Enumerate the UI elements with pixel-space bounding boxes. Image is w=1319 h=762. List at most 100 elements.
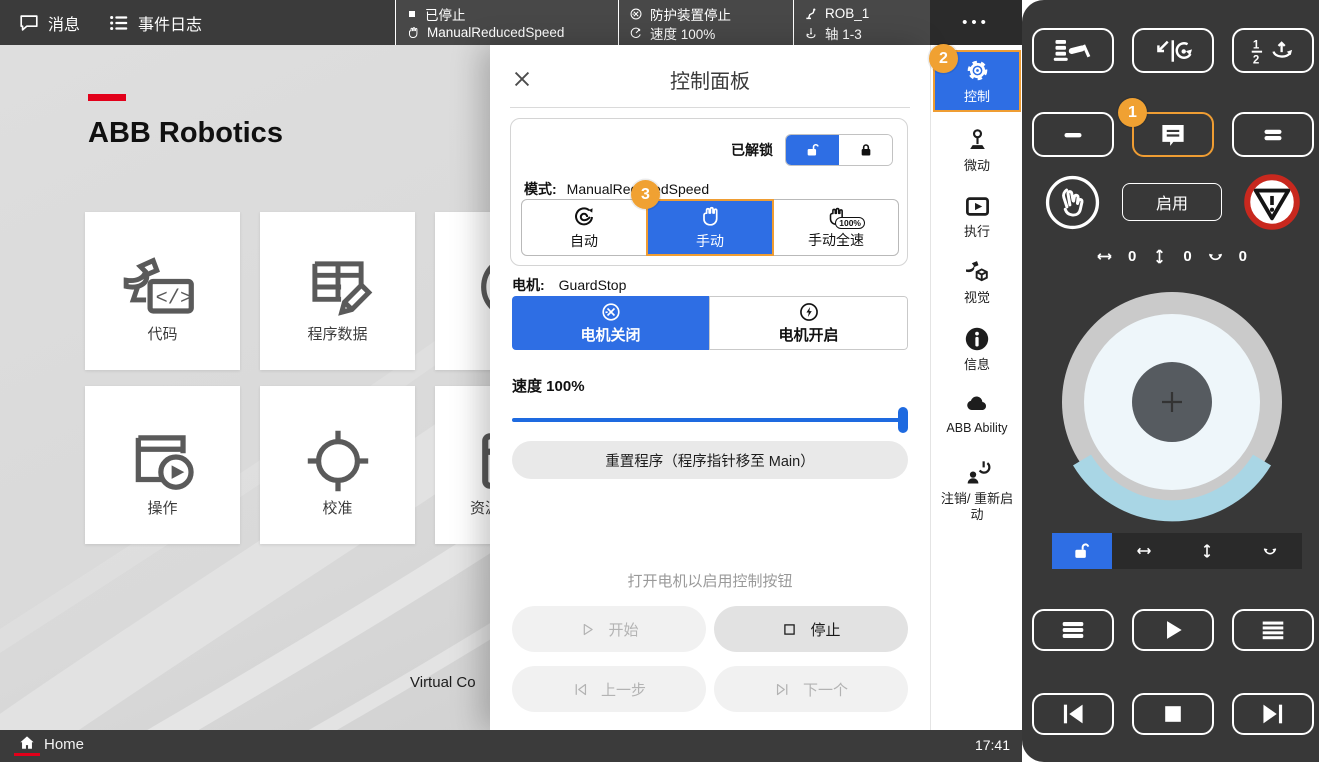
sidebar-item-info[interactable]: 信息 — [931, 325, 1023, 373]
step-forward-hw-button[interactable] — [1232, 693, 1314, 735]
sidebar-label: ABB Ability — [946, 421, 1007, 437]
hand-icon — [406, 26, 420, 40]
status-speed: 速度 100% — [650, 23, 715, 43]
step-back-hw-button[interactable] — [1032, 693, 1114, 735]
stop-hw-button[interactable] — [1132, 693, 1214, 735]
joystick-pad[interactable] — [1052, 282, 1292, 522]
quad-bars-button[interactable] — [1232, 609, 1314, 651]
status-stopped: 已停止 — [425, 4, 466, 24]
home-button[interactable] — [14, 734, 40, 756]
double-bar-icon — [1256, 123, 1290, 147]
arrow-vertical-icon — [1149, 246, 1170, 267]
mode-auto-button[interactable]: 自动 — [521, 199, 647, 256]
sidebar-item-abb-ability[interactable]: ABB Ability — [931, 391, 1023, 437]
unlock-option[interactable] — [786, 135, 839, 165]
motors-on-button[interactable]: 电机开启 — [709, 296, 908, 350]
guard-stop-icon — [600, 301, 622, 323]
sidebar-label: 视觉 — [964, 290, 990, 306]
mode-manual-button[interactable]: 手动 — [646, 199, 774, 256]
arrow-horizontal-icon — [1094, 246, 1115, 267]
sidebar-item-execute[interactable]: 执行 — [931, 193, 1023, 240]
taskbar: Home 17:41 — [0, 730, 1022, 762]
arrow-vertical-icon[interactable] — [1197, 541, 1217, 561]
sidebar-item-logout-restart[interactable]: 注销/ 重新启动 — [931, 459, 1023, 524]
tile-program-data[interactable]: 程序数据 — [260, 212, 415, 370]
play-button[interactable] — [1132, 609, 1214, 651]
play-outline-icon — [579, 621, 596, 638]
play-screen-icon — [964, 193, 991, 220]
mode-buttons: 自动 手动 100% 手动全速 — [521, 199, 899, 256]
app-sidebar: 控制 微动 执行 视觉 信息 ABB Ability 注销/ 重新启动 — [930, 45, 1022, 730]
sidebar-item-jog[interactable]: 微动 — [931, 127, 1023, 174]
robot-cube-icon — [963, 257, 992, 286]
status-box-safety[interactable]: 防护装置停止 速度 100% — [618, 0, 793, 45]
start-label: 开始 — [608, 619, 638, 640]
tile-operate[interactable]: 操作 — [85, 386, 240, 544]
status-box-operation[interactable]: 已停止 ManualReducedSpeed — [395, 0, 618, 45]
auto-cycle-icon — [572, 205, 596, 229]
speed-slider[interactable] — [512, 407, 908, 433]
code-robot-icon — [85, 250, 240, 324]
mode-row: 模式:ManualReducedSpeed — [524, 179, 709, 199]
crosshair-icon — [260, 424, 415, 498]
emergency-stop-icon[interactable] — [1243, 173, 1301, 231]
stop-button[interactable]: 停止 — [714, 606, 908, 652]
axis-value-row: 0 0 0 — [1022, 246, 1319, 267]
lock-option[interactable] — [839, 135, 892, 165]
step-forward-button[interactable]: 下一个 — [714, 666, 908, 712]
arrow-rotate-icon[interactable] — [1260, 541, 1280, 561]
skip-back-icon — [1059, 700, 1087, 728]
motors-off-label: 电机关闭 — [580, 324, 640, 345]
list-icon — [108, 12, 130, 34]
sidebar-label: 信息 — [964, 357, 990, 373]
motor-buttons: 电机关闭 电机开启 — [512, 296, 908, 350]
menu-bars-button[interactable] — [1032, 609, 1114, 651]
mode-manual-full-button[interactable]: 100% 手动全速 — [773, 199, 899, 256]
tile-label: 操作 — [85, 497, 240, 518]
speed-gauge-icon — [629, 26, 643, 40]
divider — [510, 107, 910, 108]
stop-outline-icon — [781, 621, 798, 638]
robot-arm-icon — [804, 7, 818, 21]
step-forward-label: 下一个 — [803, 679, 848, 700]
more-menu-button[interactable]: ••• — [930, 0, 1022, 45]
prog-key-1-button[interactable] — [1032, 112, 1114, 157]
axis-icon — [804, 26, 818, 40]
prog-key-2-button[interactable] — [1232, 112, 1314, 157]
motor-value: GuardStop — [559, 277, 627, 293]
sidebar-label: 微动 — [964, 158, 990, 174]
jog-select-icon — [1053, 36, 1093, 66]
event-log-label: 事件日志 — [138, 11, 202, 35]
stop-square-icon — [406, 8, 418, 20]
status-axes: 轴 1-3 — [825, 23, 862, 43]
enable-button[interactable]: 启用 — [1122, 183, 1222, 221]
brand-title: ABB Robotics — [88, 117, 283, 150]
hardware-jog-panel: 启用 0 0 0 — [1022, 0, 1319, 762]
note-icon — [1158, 120, 1188, 150]
reset-program-button[interactable]: 重置程序（程序指针移至 Main） — [512, 441, 908, 479]
lock-toggle — [785, 134, 893, 166]
info-icon — [963, 325, 991, 353]
home-red-underline — [14, 753, 40, 756]
axis-value-3: 0 — [1239, 248, 1247, 265]
start-button[interactable]: 开始 — [512, 606, 706, 652]
joystick-icon — [964, 127, 991, 154]
step-back-button[interactable]: 上一步 — [512, 666, 706, 712]
axis-unlock-button[interactable] — [1052, 533, 1112, 569]
bolt-icon — [798, 301, 820, 323]
status-box-robot[interactable]: ROB_1 轴 1-3 — [793, 0, 930, 45]
unlock-icon — [1072, 541, 1092, 561]
axis-lock-strip — [1112, 533, 1302, 569]
hand-100-icon: 100% — [825, 206, 847, 228]
jog-select-button[interactable] — [1032, 28, 1114, 73]
slider-thumb[interactable] — [898, 407, 908, 433]
half-speed-tool-button[interactable] — [1232, 28, 1314, 73]
linear-reorient-button[interactable] — [1132, 28, 1214, 73]
messages-button[interactable]: 消息 — [18, 0, 80, 45]
motors-off-button[interactable]: 电机关闭 — [512, 296, 709, 350]
tile-code[interactable]: 代码 — [85, 212, 240, 370]
sidebar-item-vision[interactable]: 视觉 — [931, 257, 1023, 306]
tile-calibrate[interactable]: 校准 — [260, 386, 415, 544]
event-log-button[interactable]: 事件日志 — [108, 0, 202, 45]
arrow-horizontal-icon[interactable] — [1134, 541, 1154, 561]
